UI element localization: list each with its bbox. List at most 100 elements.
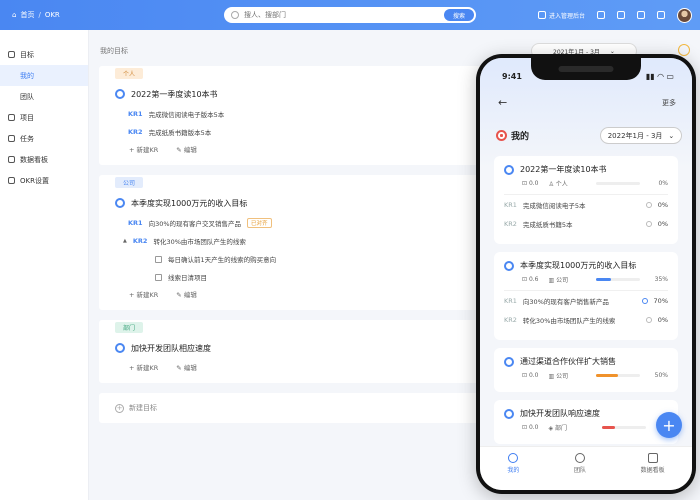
progress-bar <box>596 278 640 281</box>
phone-objective-meta: ⊡ 0.0 ◈ 部门 <box>494 419 678 438</box>
phone-date-select[interactable]: 2022年1月 - 3月 ⌄ <box>600 127 682 144</box>
kr-text: 完成微信阅读电子5本 <box>522 201 586 210</box>
objective-icon <box>504 164 514 175</box>
phone-objective-card[interactable]: 2022第一年度读10本书 ⊡ 0.0 ♙ 个人 0% KR1 完成微信阅读电子… <box>494 156 678 244</box>
kr-percent: 0% <box>657 315 668 324</box>
task-text: 每日确认前1天产生的线索的购买意向 <box>168 256 277 264</box>
phone-kr-row[interactable]: KR1 向30%的现有客户销售新产品 70% <box>494 291 678 310</box>
owner: ▥ 公司 <box>548 371 568 380</box>
sidebar-item-label: 目标 <box>20 50 34 59</box>
phone-objective-card[interactable]: 通过渠道合作伙伴扩大销售 ⊡ 0.0 ▥ 公司 50% <box>494 348 678 392</box>
score-icon: ⊡ <box>522 372 529 379</box>
page-title: 我的目标 <box>100 47 128 55</box>
bell-icon[interactable] <box>617 11 625 19</box>
headset-icon[interactable] <box>637 11 645 19</box>
sidebar-item-dashboard[interactable]: 数据看板 <box>0 149 88 170</box>
score-value: 0.6 <box>528 276 539 283</box>
breadcrumb-home[interactable]: 首页 <box>20 10 34 20</box>
phone-mockup: 9:41 ▮▮ ◠ ▭ ← 更多 我的 2022年1月 - 3月 ⌄ 2022第… <box>476 54 696 494</box>
lightbulb-icon[interactable] <box>678 44 690 56</box>
monitor-icon <box>537 11 546 19</box>
gear-icon[interactable] <box>657 11 665 19</box>
kr-label: KR2 <box>128 128 143 136</box>
phone-title-text: 我的 <box>511 132 530 142</box>
project-text: 线索日清项目 <box>168 274 207 282</box>
edit-button[interactable]: ✎ 编辑 <box>176 289 197 299</box>
sidebar-item-tasks[interactable]: 任务 <box>0 128 88 149</box>
phone-icon[interactable] <box>597 11 605 19</box>
tab-label: 团队 <box>573 467 586 474</box>
search-box: 搜索 <box>224 7 476 23</box>
kr-percent: 0% <box>657 200 668 209</box>
sidebar-item-mine[interactable]: 我的 <box>0 65 88 86</box>
admin-label: 进入管理后台 <box>548 12 585 20</box>
objective-icon <box>504 356 514 367</box>
phone-objective-row: 加快开发团队响应速度 <box>494 400 678 419</box>
back-arrow-icon[interactable]: ← <box>498 96 507 109</box>
owner-value: 个人 <box>555 181 568 188</box>
progress-ring-icon <box>645 316 652 323</box>
kr-label: KR2 <box>504 315 517 324</box>
sidebar-item-okr-settings[interactable]: OKR设置 <box>0 170 88 191</box>
phone-objective-row: 通过渠道合作伙伴扩大销售 <box>494 348 678 367</box>
new-objective-label: 新建目标 <box>129 404 157 412</box>
sidebar-item-team[interactable]: 团队 <box>0 86 88 107</box>
sidebar-item-objectives[interactable]: 目标 <box>0 44 88 65</box>
objective-icon <box>504 260 514 271</box>
top-right-tools: 进入管理后台 <box>537 0 692 30</box>
objective-icon <box>115 89 125 99</box>
add-objective-fab[interactable]: + <box>656 412 682 438</box>
phone-objective-row: 2022第一年度读10本书 <box>494 156 678 175</box>
new-kr-button[interactable]: + 新建KR <box>129 362 158 372</box>
score-icon: ⊡ <box>522 276 529 283</box>
kr-text: 向30%的现有客户交叉销售产品 <box>148 220 242 228</box>
progress-ring-icon <box>641 297 648 304</box>
kr-label: KR1 <box>504 296 517 305</box>
more-button[interactable]: 更多 <box>662 98 676 108</box>
home-icon[interactable]: ⌂ <box>12 11 16 19</box>
sidebar: 目标 我的 团队 项目 任务 数据看板 OKR设置 <box>0 30 89 500</box>
score-value: 0.0 <box>528 372 539 379</box>
phone-kr-row[interactable]: KR2 转化30%由市场团队产生的线索 0% <box>494 310 678 329</box>
sidebar-item-label: OKR设置 <box>20 176 49 185</box>
phone-kr-row[interactable]: KR2 完成纸质书籍5本 0% <box>494 214 678 233</box>
search-input[interactable] <box>244 11 424 19</box>
new-kr-button[interactable]: + 新建KR <box>129 289 158 299</box>
category-tag: 部门 <box>115 322 144 333</box>
breadcrumb-current: OKR <box>44 11 60 19</box>
progress-bar <box>596 182 640 185</box>
kr-text: 向30%的现有客户销售新产品 <box>522 297 609 306</box>
kr-label: KR2 <box>504 219 517 228</box>
score-icon: ⊡ <box>522 180 529 187</box>
sidebar-item-label: 数据看板 <box>20 155 48 164</box>
edit-label: 编辑 <box>183 364 197 372</box>
owner: ◈ 部门 <box>548 423 567 432</box>
tab-dashboard[interactable]: 数据看板 <box>641 453 665 490</box>
phone-objective-card[interactable]: 本季度实现1000万元的收入目标 ⊡ 0.6 ▥ 公司 35% KR1 向30%… <box>494 252 678 340</box>
search-button[interactable]: 搜索 <box>444 9 474 21</box>
progress-percent: 50% <box>654 372 668 379</box>
new-kr-button[interactable]: + 新建KR <box>129 144 158 154</box>
edit-button[interactable]: ✎ 编辑 <box>176 362 197 372</box>
status-bar: 9:41 ▮▮ ◠ ▭ <box>502 72 674 81</box>
edit-button[interactable]: ✎ 编辑 <box>176 144 197 154</box>
progress-percent: 35% <box>654 276 668 283</box>
objective-icon <box>504 408 514 419</box>
tab-team[interactable]: 团队 <box>574 453 586 490</box>
score: ⊡ 0.6 <box>522 276 538 283</box>
progress-fill <box>602 426 616 429</box>
kr-label: KR1 <box>128 110 143 118</box>
phone-kr-row[interactable]: KR1 完成微信阅读电子5本 0% <box>494 195 678 214</box>
caret-down-icon[interactable]: ▲ <box>123 238 127 244</box>
kr-label: KR2 <box>132 237 148 245</box>
tab-label: 我的 <box>507 467 520 474</box>
pencil-icon: ✎ <box>176 146 184 154</box>
avatar[interactable] <box>677 7 692 23</box>
chevron-down-icon: ⌄ <box>668 131 675 140</box>
tab-mine[interactable]: 我的 <box>507 453 519 490</box>
sidebar-item-projects[interactable]: 项目 <box>0 107 88 128</box>
admin-link[interactable]: 进入管理后台 <box>537 11 585 20</box>
kr-text: 完成纸质书籍版本5本 <box>148 129 212 137</box>
phone-objective-card[interactable]: 加快开发团队响应速度 ⊡ 0.0 ◈ 部门 <box>494 400 678 444</box>
task-icon <box>155 255 162 263</box>
